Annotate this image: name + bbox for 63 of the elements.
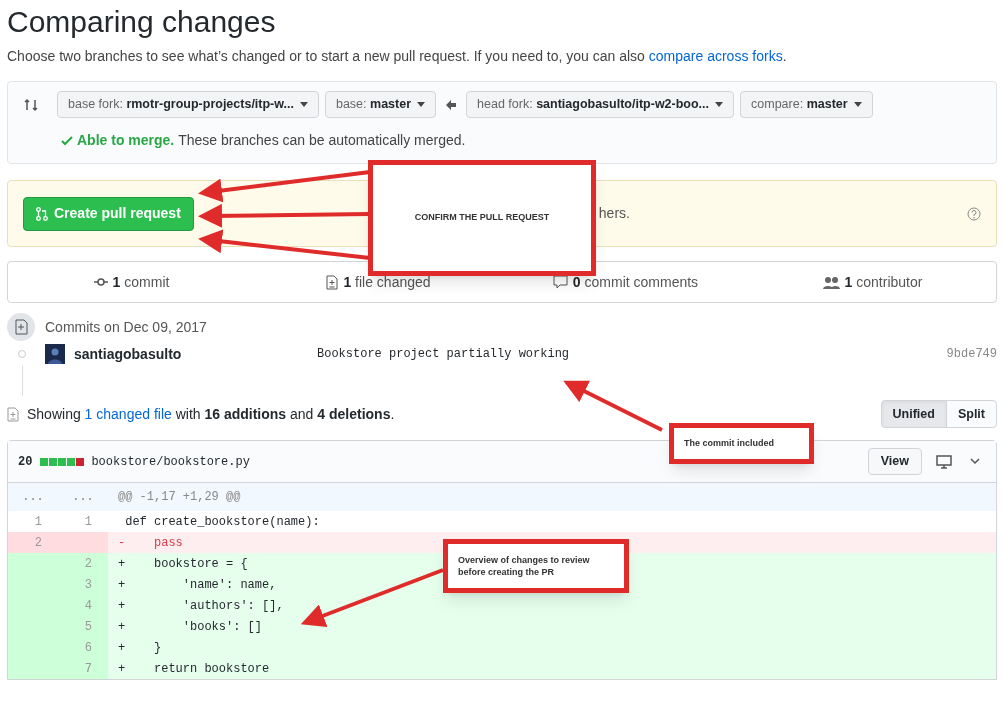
code-line: + 'name': name, <box>118 576 277 594</box>
line-number: 3 <box>58 574 108 595</box>
code-line: + 'books': [] <box>118 618 263 636</box>
stat-link[interactable]: 1 commit <box>112 271 170 293</box>
code-line: + bookstore = { <box>118 555 248 573</box>
view-file-button[interactable]: View <box>867 448 922 475</box>
annotation-callout: The commit included <box>669 423 814 464</box>
comment-icon <box>552 275 568 289</box>
file-diff-icon <box>7 406 19 422</box>
stat-link[interactable]: 1 contributor <box>844 271 923 293</box>
file-diff-icon <box>326 274 339 290</box>
compare-icon <box>23 96 39 113</box>
view-mode-tab[interactable]: Split <box>945 400 997 428</box>
line-number: 7 <box>58 658 108 679</box>
desktop-icon[interactable] <box>936 454 952 469</box>
hunk-header: @@ -1,17 +1,29 @@ <box>118 489 241 506</box>
annotation-callout: Overview of changes to review before creating the PR <box>443 539 629 593</box>
pull-request-hint: hers. <box>598 204 630 223</box>
line-number: 5 <box>58 616 108 637</box>
code-line: + 'authors': [], <box>118 597 284 615</box>
timeline-node-icon <box>17 349 27 359</box>
line-number: ... <box>21 489 45 506</box>
branch-selector[interactable]: base: master <box>324 91 437 118</box>
caret-icon <box>715 102 724 107</box>
pull-request-icon <box>36 206 48 221</box>
check-icon <box>61 135 73 146</box>
merge-status: Able to merge. <box>77 131 175 150</box>
caret-icon <box>853 102 862 107</box>
line-number: 4 <box>58 595 108 616</box>
caret-icon <box>299 102 308 107</box>
line-number: ... <box>71 489 95 506</box>
commit-sha[interactable]: 9bde749 <box>946 345 997 363</box>
help-icon <box>967 206 981 221</box>
avatar <box>45 344 65 364</box>
changed-file-link[interactable]: 1 changed file <box>84 405 172 422</box>
file-path[interactable]: bookstore/bookstore.py <box>91 452 250 471</box>
annotation-callout: CONFIRM THE PULL REQUEST <box>368 160 596 276</box>
page-description: Choose two branches to see what’s changed or to start a new pull request. If you need to, you can also compare across forks. <box>7 47 788 66</box>
merge-description: These branches can be automatically merged. <box>178 131 466 150</box>
branch-selector[interactable]: head fork: santiagobasulto/itp-w2-boo... <box>466 91 735 118</box>
commits-icon <box>7 313 35 341</box>
compare-forks-link[interactable]: compare across forks <box>648 48 783 64</box>
page-title: Comparing changes <box>7 4 277 40</box>
change-count: 20 <box>18 453 33 471</box>
commits-date-heading: Commits on Dec 09, 2017 <box>45 317 207 337</box>
caret-icon <box>417 102 426 107</box>
branch-selector[interactable]: base fork: rmotr-group-projects/itp-w... <box>57 91 319 118</box>
code-line: - pass <box>118 534 183 552</box>
line-number: 6 <box>58 637 108 658</box>
left-arrow-icon <box>446 99 457 110</box>
view-mode-tab[interactable]: Unified <box>880 400 947 428</box>
code-line: def create_bookstore(name): <box>124 513 320 531</box>
commit-icon <box>93 277 108 287</box>
commit-message[interactable]: Bookstore project partially working <box>317 345 570 363</box>
commit-author[interactable]: santiagobasulto <box>74 343 317 365</box>
diff-summary: Showing 1 changed file with 16 additions and 4 deletions. <box>27 404 395 424</box>
code-line: + } <box>118 639 162 657</box>
chevron-down-icon[interactable] <box>970 458 980 465</box>
people-icon <box>822 275 840 289</box>
branch-selector[interactable]: compare: master <box>740 91 873 118</box>
line-number: 2 <box>8 532 58 553</box>
line-number: 2 <box>58 553 108 574</box>
code-line: + return bookstore <box>118 660 270 678</box>
